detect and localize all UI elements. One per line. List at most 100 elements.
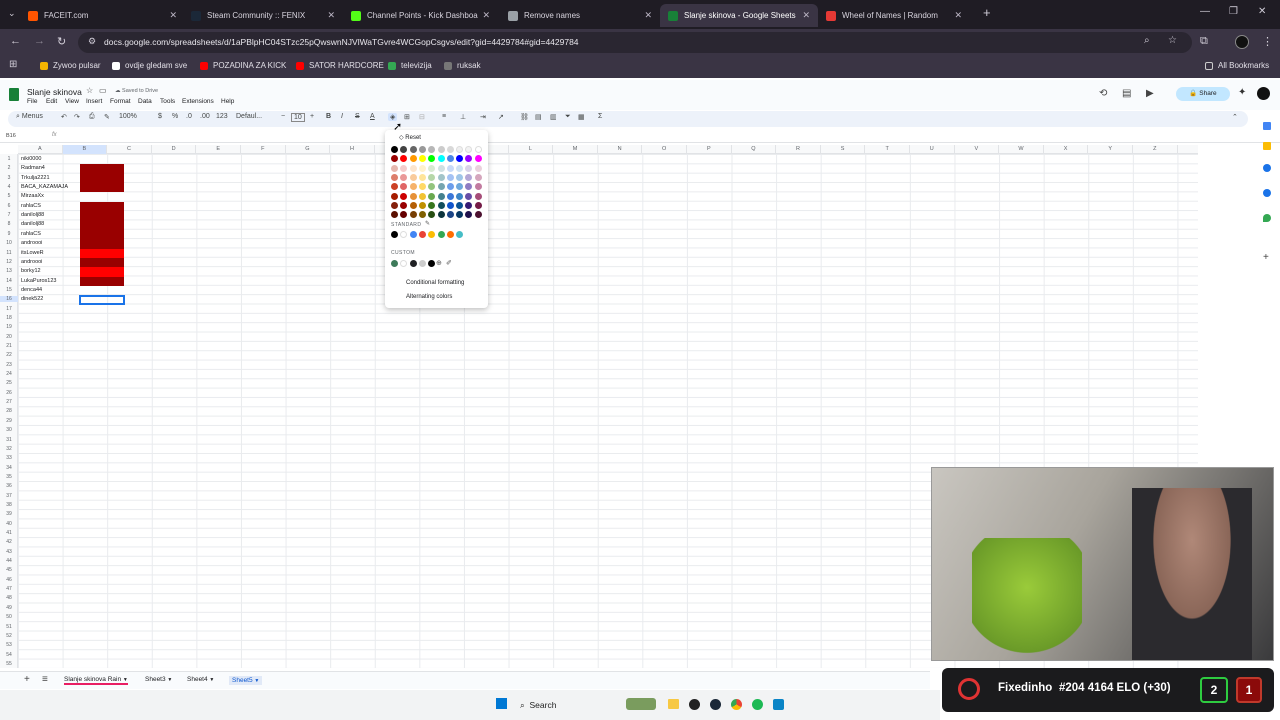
row-header[interactable]: 33: [0, 455, 18, 461]
color-swatch[interactable]: [428, 183, 436, 191]
color-swatch[interactable]: [400, 211, 408, 219]
tab-close-icon[interactable]: ✕: [954, 10, 962, 21]
widget-icon[interactable]: [626, 698, 656, 710]
merge-cells-icon[interactable]: ⊟: [419, 113, 425, 121]
color-swatch[interactable]: [446, 192, 454, 200]
menu-item[interactable]: Tools: [160, 98, 175, 105]
cell-name[interactable]: danilolj88: [21, 212, 44, 218]
obs-icon[interactable]: [689, 699, 700, 710]
column-header[interactable]: Z: [1133, 145, 1178, 154]
zoom-select[interactable]: 100%: [119, 113, 137, 120]
sheet-tab-menu-icon[interactable]: ▼: [254, 678, 259, 684]
custom-swatch[interactable]: [409, 260, 417, 267]
filled-cell[interactable]: [80, 248, 124, 258]
color-swatch[interactable]: [409, 201, 417, 209]
wrap-icon[interactable]: ⇥: [480, 113, 486, 121]
row-header[interactable]: 46: [0, 577, 18, 583]
add-addon-icon[interactable]: +: [1263, 252, 1269, 263]
menu-item[interactable]: Extensions: [182, 98, 214, 105]
browser-tab[interactable]: Slanje skinova - Google Sheets ✕: [660, 4, 818, 27]
menu-item[interactable]: File: [27, 98, 37, 105]
tab-search-icon[interactable]: ⌄: [8, 8, 16, 19]
sheet-tab-menu-icon[interactable]: ▼: [209, 677, 214, 683]
color-swatch[interactable]: [409, 211, 417, 219]
font-size-increase-icon[interactable]: +: [310, 113, 314, 120]
row-header[interactable]: 10: [0, 240, 18, 246]
alternating-colors-option[interactable]: Alternating colors: [406, 294, 452, 300]
color-swatch[interactable]: [409, 164, 417, 172]
row-header[interactable]: 19: [0, 324, 18, 330]
color-swatch[interactable]: [465, 201, 473, 209]
cell-name[interactable]: LukaPuros123: [21, 278, 56, 284]
font-select[interactable]: Defaul...: [236, 113, 262, 120]
color-swatch[interactable]: [456, 146, 464, 153]
tab-close-icon[interactable]: ✕: [802, 10, 810, 21]
color-swatch[interactable]: [465, 155, 473, 163]
forward-icon[interactable]: →: [34, 35, 45, 47]
row-header[interactable]: 40: [0, 521, 18, 527]
menu-item[interactable]: Help: [221, 98, 234, 105]
tab-close-icon[interactable]: ✕: [327, 10, 335, 21]
row-header[interactable]: 45: [0, 567, 18, 573]
filter-icon[interactable]: ⏷: [565, 113, 571, 121]
print-icon[interactable]: ⎙: [89, 113, 95, 121]
contacts-icon[interactable]: [1263, 189, 1271, 197]
color-swatch[interactable]: [474, 192, 482, 200]
color-swatch[interactable]: [391, 192, 398, 200]
column-header[interactable]: R: [776, 145, 821, 154]
filled-cell[interactable]: [80, 229, 124, 240]
color-swatch[interactable]: [456, 155, 464, 163]
column-header[interactable]: A: [18, 145, 63, 154]
browser-tab[interactable]: Steam Community :: FENIX ✕: [183, 4, 343, 27]
color-swatch[interactable]: [437, 201, 445, 209]
color-swatch[interactable]: [418, 146, 426, 153]
row-header[interactable]: 35: [0, 474, 18, 480]
row-header[interactable]: 23: [0, 362, 18, 368]
filled-cell[interactable]: [80, 173, 124, 184]
sheets-logo-icon[interactable]: [9, 88, 19, 101]
color-swatch[interactable]: [409, 192, 417, 200]
filled-cell[interactable]: [80, 257, 124, 268]
omnibox[interactable]: ⚙ docs.google.com/spreadsheets/d/1aPBlpH…: [78, 32, 1192, 53]
color-swatch[interactable]: [446, 211, 454, 219]
row-header[interactable]: 43: [0, 549, 18, 555]
bookmark-item[interactable]: ruksak: [444, 61, 481, 70]
site-info-icon[interactable]: ⚙: [88, 36, 96, 47]
bookmark-item[interactable]: SATOR HARDCORE: [296, 61, 384, 70]
collapse-toolbar-icon[interactable]: ⌃: [1232, 113, 1238, 121]
currency-button[interactable]: $: [158, 113, 162, 120]
color-swatch[interactable]: [446, 164, 454, 172]
cell-name[interactable]: borky12: [21, 268, 41, 274]
tab-close-icon[interactable]: ✕: [482, 10, 490, 21]
chart-icon[interactable]: ▥: [550, 113, 557, 121]
row-header[interactable]: 34: [0, 465, 18, 471]
row-header[interactable]: 55: [0, 661, 18, 667]
saved-status[interactable]: ☁ Saved to Drive: [115, 88, 158, 94]
row-header[interactable]: 54: [0, 652, 18, 658]
color-swatch[interactable]: [456, 173, 464, 181]
name-box[interactable]: B16: [6, 133, 16, 139]
functions-icon[interactable]: Σ: [598, 113, 602, 120]
redo-icon[interactable]: ↷: [74, 113, 80, 121]
conditional-formatting-option[interactable]: Conditional formatting: [406, 280, 464, 286]
menus-search[interactable]: ⌕ Menus: [16, 113, 43, 121]
column-header[interactable]: Q: [732, 145, 777, 154]
row-header[interactable]: 3: [0, 175, 18, 181]
color-swatch[interactable]: [465, 164, 473, 172]
back-icon[interactable]: ←: [10, 35, 21, 47]
color-swatch[interactable]: [465, 146, 473, 153]
row-header[interactable]: 48: [0, 595, 18, 601]
color-swatch[interactable]: [418, 201, 426, 209]
all-bookmarks[interactable]: All Bookmarks: [1205, 61, 1269, 70]
custom-swatch[interactable]: [391, 260, 398, 267]
row-header[interactable]: 13: [0, 268, 18, 274]
menu-item[interactable]: Data: [138, 98, 152, 105]
cell-name[interactable]: androooi: [21, 259, 42, 265]
column-header[interactable]: S: [821, 145, 866, 154]
row-header[interactable]: 6: [0, 203, 18, 209]
minimize-icon[interactable]: —: [1200, 6, 1210, 17]
color-swatch[interactable]: [409, 146, 417, 153]
row-header[interactable]: 27: [0, 399, 18, 405]
row-header[interactable]: 9: [0, 231, 18, 237]
custom-swatch[interactable]: [400, 260, 408, 267]
